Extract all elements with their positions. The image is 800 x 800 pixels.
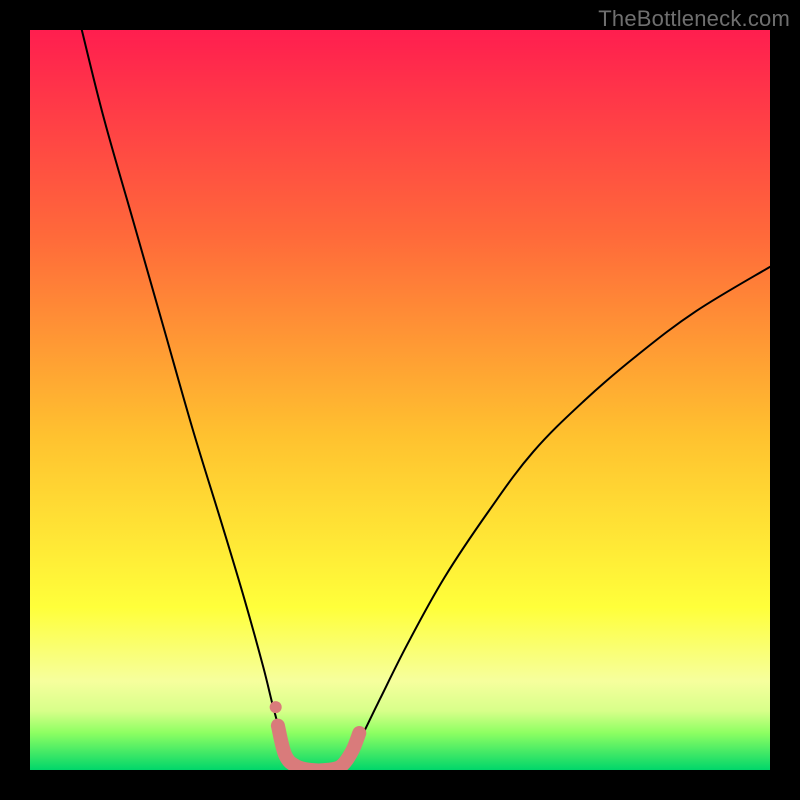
bottleneck-chart: [30, 30, 770, 770]
chart-frame: [30, 30, 770, 770]
highlight-dot: [270, 701, 282, 713]
watermark-text: TheBottleneck.com: [598, 6, 790, 32]
